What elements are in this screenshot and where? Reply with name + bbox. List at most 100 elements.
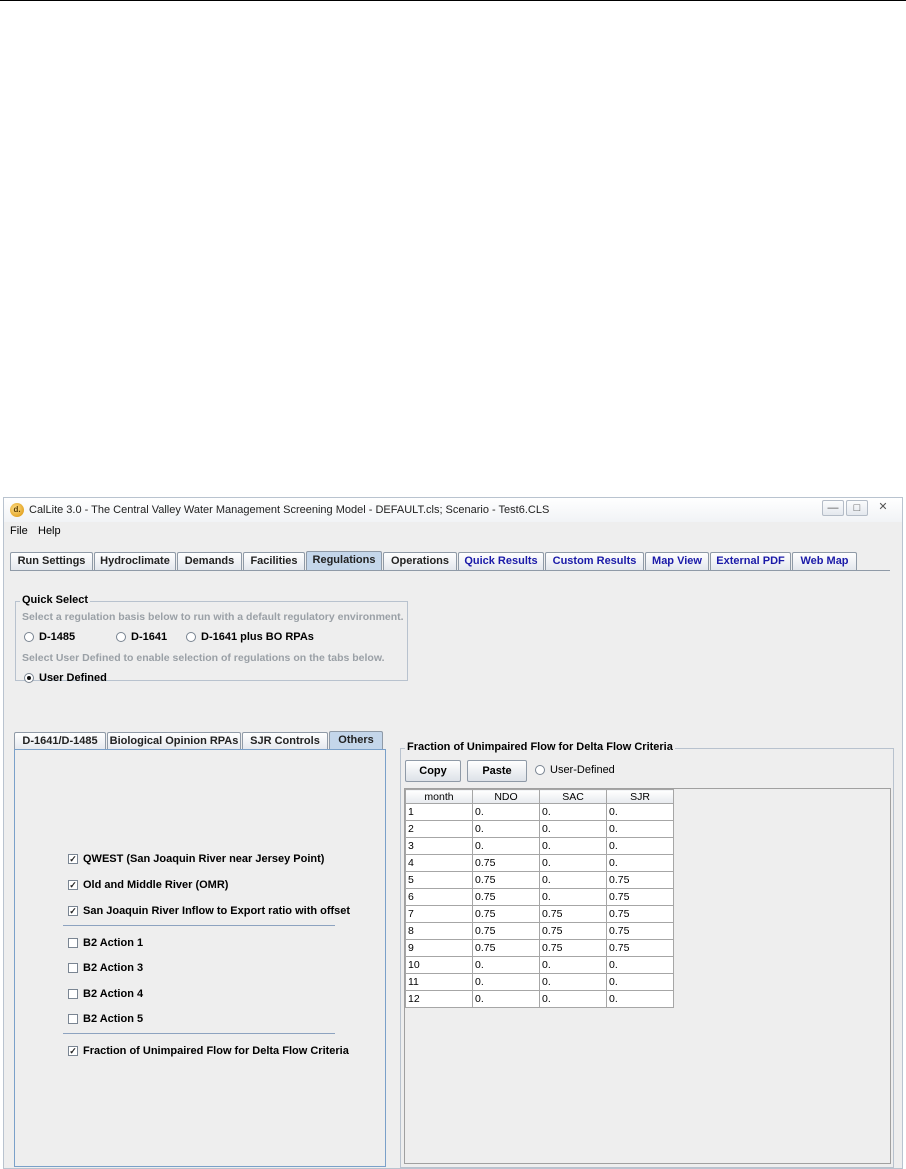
checkbox-checked-icon: ✓ bbox=[68, 1046, 78, 1056]
tab-facilities[interactable]: Facilities bbox=[243, 552, 305, 570]
table-cell[interactable]: 0. bbox=[472, 990, 540, 1008]
table-cell[interactable]: 0. bbox=[472, 973, 540, 991]
table-cell[interactable]: 0. bbox=[539, 820, 607, 838]
copy-button[interactable]: Copy bbox=[405, 760, 461, 782]
table-cell[interactable]: 5 bbox=[405, 871, 473, 889]
table-cell[interactable]: 0. bbox=[606, 854, 674, 872]
table-cell[interactable]: 0.75 bbox=[606, 871, 674, 889]
radio-d1485[interactable]: D-1485 bbox=[24, 631, 75, 643]
column-header-month[interactable]: month bbox=[405, 789, 473, 804]
tab-run-settings[interactable]: Run Settings bbox=[10, 552, 93, 570]
tab-regulations[interactable]: Regulations bbox=[306, 551, 382, 571]
maximize-icon[interactable]: □ bbox=[846, 500, 868, 516]
tab-web-map[interactable]: Web Map bbox=[792, 552, 857, 570]
table-cell[interactable]: 0.75 bbox=[472, 871, 540, 889]
table-cell[interactable]: 0. bbox=[606, 956, 674, 974]
table-cell[interactable]: 0. bbox=[606, 990, 674, 1008]
radio-user-defined[interactable]: User Defined bbox=[24, 672, 107, 684]
user-defined-instruction: Select User Defined to enable selection … bbox=[22, 652, 385, 664]
table-cell[interactable]: 2 bbox=[405, 820, 473, 838]
table-cell[interactable]: 0.75 bbox=[472, 888, 540, 906]
radio-d1641[interactable]: D-1641 bbox=[116, 631, 167, 643]
table-cell[interactable]: 0.75 bbox=[606, 939, 674, 957]
tab-strip-baseline bbox=[10, 570, 890, 571]
table-cell[interactable]: 0.75 bbox=[606, 888, 674, 906]
table-cell[interactable]: 0.75 bbox=[539, 905, 607, 923]
table-cell[interactable]: 4 bbox=[405, 854, 473, 872]
tab-quick-results[interactable]: Quick Results bbox=[458, 552, 544, 570]
table-row: 7 0.75 0.75 0.75 bbox=[405, 905, 674, 923]
table-cell[interactable]: 0. bbox=[539, 871, 607, 889]
checkbox-qwest[interactable]: ✓ QWEST (San Joaquin River near Jersey P… bbox=[68, 853, 324, 865]
table-cell[interactable]: 0. bbox=[606, 837, 674, 855]
subtab-d1641-d1485[interactable]: D-1641/D-1485 bbox=[14, 732, 106, 750]
separator bbox=[63, 1033, 335, 1034]
table-cell[interactable]: 12 bbox=[405, 990, 473, 1008]
menu-file[interactable]: File bbox=[10, 525, 28, 537]
radio-user-defined-table[interactable]: User-Defined bbox=[535, 764, 615, 776]
table-cell[interactable]: 0. bbox=[539, 973, 607, 991]
table-cell[interactable]: 1 bbox=[405, 803, 473, 821]
checkbox-checked-icon: ✓ bbox=[68, 880, 78, 890]
others-panel: ✓ QWEST (San Joaquin River near Jersey P… bbox=[14, 749, 386, 1167]
column-header-ndo[interactable]: NDO bbox=[472, 789, 540, 804]
checkbox-b2-action-1[interactable]: B2 Action 1 bbox=[68, 937, 143, 949]
tab-custom-results[interactable]: Custom Results bbox=[545, 552, 644, 570]
table-cell[interactable]: 0.75 bbox=[472, 854, 540, 872]
checkbox-b2-action-3[interactable]: B2 Action 3 bbox=[68, 962, 143, 974]
table-cell[interactable]: 0.75 bbox=[472, 905, 540, 923]
tab-external-pdf[interactable]: External PDF bbox=[710, 552, 791, 570]
checkbox-label: San Joaquin River Inflow to Export ratio… bbox=[83, 905, 351, 917]
table-cell[interactable]: 0. bbox=[606, 973, 674, 991]
checkbox-omr[interactable]: ✓ Old and Middle River (OMR) bbox=[68, 879, 228, 891]
column-header-sac[interactable]: SAC bbox=[539, 789, 607, 804]
table-cell[interactable]: 0.75 bbox=[472, 939, 540, 957]
table-cell[interactable]: 8 bbox=[405, 922, 473, 940]
checkbox-b2-action-5[interactable]: B2 Action 5 bbox=[68, 1013, 143, 1025]
menu-help[interactable]: Help bbox=[38, 525, 61, 537]
radio-selected-icon bbox=[24, 673, 34, 683]
table-cell[interactable]: 0. bbox=[606, 820, 674, 838]
table-cell[interactable]: 0. bbox=[539, 837, 607, 855]
table-cell[interactable]: 9 bbox=[405, 939, 473, 957]
radio-d1641-bo-rpas[interactable]: D-1641 plus BO RPAs bbox=[186, 631, 314, 643]
table-cell[interactable]: 7 bbox=[405, 905, 473, 923]
close-icon[interactable]: ✕ bbox=[872, 500, 894, 516]
subtab-biological-opinion-rpas[interactable]: Biological Opinion RPAs bbox=[107, 732, 241, 750]
tab-operations[interactable]: Operations bbox=[383, 552, 457, 570]
subtab-sjr-controls[interactable]: SJR Controls bbox=[242, 732, 328, 750]
checkbox-unchecked-icon bbox=[68, 1014, 78, 1024]
tab-map-view[interactable]: Map View bbox=[645, 552, 709, 570]
title-bar: d. CalLite 3.0 - The Central Valley Wate… bbox=[4, 498, 902, 522]
table-cell[interactable]: 6 bbox=[405, 888, 473, 906]
table-cell[interactable]: 0.75 bbox=[472, 922, 540, 940]
window-title: CalLite 3.0 - The Central Valley Water M… bbox=[29, 504, 550, 516]
table-cell[interactable]: 0. bbox=[472, 803, 540, 821]
table-cell[interactable]: 0. bbox=[472, 820, 540, 838]
checkbox-sjr-export-ratio[interactable]: ✓ San Joaquin River Inflow to Export rat… bbox=[68, 905, 350, 917]
tab-demands[interactable]: Demands bbox=[177, 552, 242, 570]
table-cell[interactable]: 0. bbox=[539, 803, 607, 821]
table-cell[interactable]: 0. bbox=[539, 990, 607, 1008]
table-cell[interactable]: 0. bbox=[539, 854, 607, 872]
table-cell[interactable]: 0.75 bbox=[539, 922, 607, 940]
table-cell[interactable]: 0. bbox=[472, 956, 540, 974]
table-cell[interactable]: 0.75 bbox=[539, 939, 607, 957]
table-cell[interactable]: 10 bbox=[405, 956, 473, 974]
table-cell[interactable]: 0.75 bbox=[606, 905, 674, 923]
table-row: 2 0. 0. 0. bbox=[405, 820, 674, 838]
table-cell[interactable]: 0. bbox=[472, 837, 540, 855]
tab-hydroclimate[interactable]: Hydroclimate bbox=[94, 552, 176, 570]
subtab-others[interactable]: Others bbox=[329, 731, 383, 751]
column-header-sjr[interactable]: SJR bbox=[606, 789, 674, 804]
checkbox-fraction-unimpaired-flow[interactable]: ✓ Fraction of Unimpaired Flow for Delta … bbox=[68, 1045, 349, 1057]
table-cell[interactable]: 11 bbox=[405, 973, 473, 991]
table-cell[interactable]: 3 bbox=[405, 837, 473, 855]
table-cell[interactable]: 0. bbox=[539, 888, 607, 906]
checkbox-b2-action-4[interactable]: B2 Action 4 bbox=[68, 988, 143, 1000]
paste-button[interactable]: Paste bbox=[467, 760, 527, 782]
table-cell[interactable]: 0. bbox=[606, 803, 674, 821]
table-cell[interactable]: 0. bbox=[539, 956, 607, 974]
table-cell[interactable]: 0.75 bbox=[606, 922, 674, 940]
minimize-icon[interactable]: — bbox=[822, 500, 844, 516]
